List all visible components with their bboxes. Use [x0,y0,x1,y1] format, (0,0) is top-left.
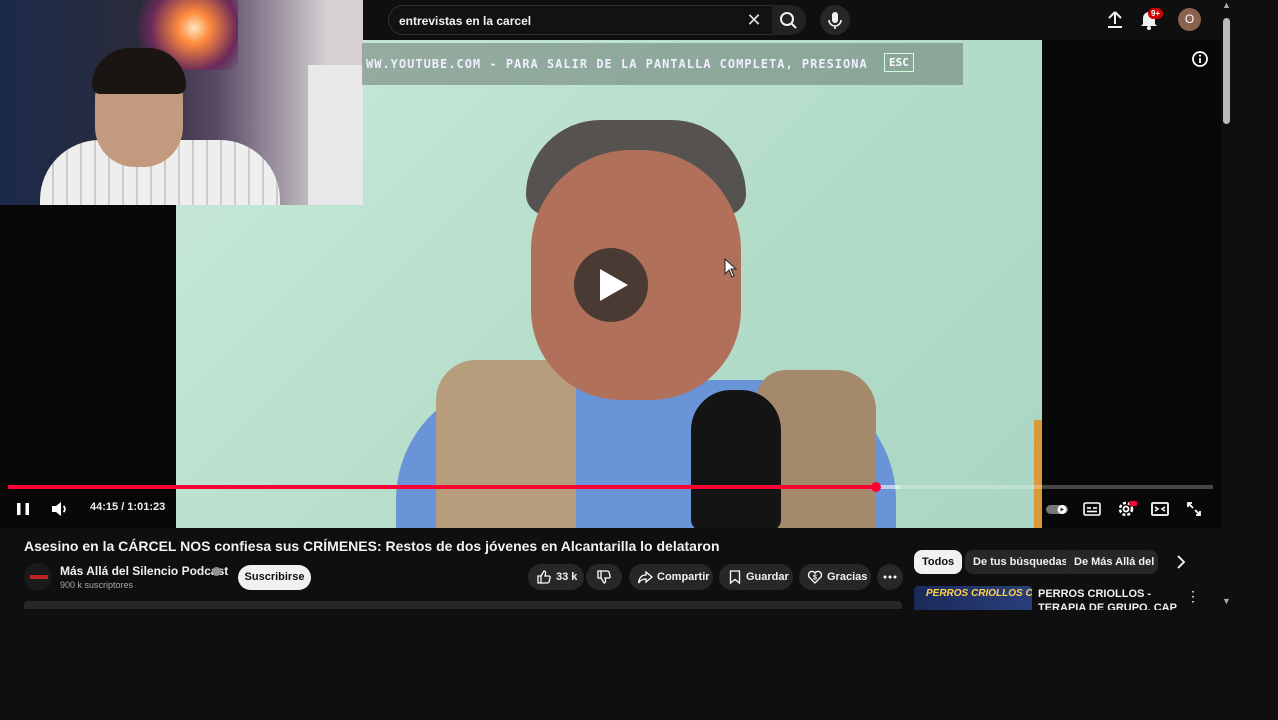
fullscreen-button[interactable] [1182,497,1206,521]
gear-icon [1118,501,1137,517]
search-input[interactable]: entrevistas en la carcel [388,5,772,35]
fullscreen-notice-key: ESC [884,53,914,72]
autoplay-toggle[interactable] [1045,497,1069,521]
save-label: Guardar [746,571,789,583]
fullscreen-icon [1187,502,1201,516]
thanks-label: Gracias [827,571,868,583]
dislike-button[interactable] [586,564,622,590]
thumbs-down-icon [597,570,611,584]
more-icon [883,575,897,579]
notifications-badge: 9+ [1148,8,1164,19]
upload-button[interactable] [1104,9,1126,31]
info-button[interactable] [1191,50,1209,68]
streamer-webcam [0,0,363,205]
theater-mode-button[interactable] [1148,497,1172,521]
chip-from-channel[interactable]: De Más Allá del Silencio [1066,550,1158,574]
autoplay-toggle-icon [1046,505,1068,514]
info-icon [1192,51,1208,67]
like-count: 33 k [556,571,578,583]
search-button[interactable] [772,5,806,35]
recommendation-thumbnail-text: PERROS CRIOLLOS CAPITULO 48 [926,588,1032,599]
chip-from-searches[interactable]: De tus búsquedas [965,550,1076,574]
webcam-door [305,65,363,205]
recommendation-title[interactable]: PERROS CRIOLLOS - TERAPIA DE GRUPO, CAP … [1038,587,1178,610]
upload-icon [1108,11,1122,28]
voice-search-button[interactable] [820,5,850,35]
settings-button[interactable] [1114,497,1138,521]
play-button[interactable] [574,248,648,322]
pause-icon [17,503,29,515]
subtitles-button[interactable] [1080,497,1104,521]
search-query[interactable]: entrevistas en la carcel [399,14,531,28]
theater-mode-icon [1151,502,1169,516]
pause-button[interactable] [11,497,35,521]
progress-played [8,485,876,489]
video-title: Asesino en la CÁRCEL NOS confiesa sus CR… [24,538,720,554]
search-icon [780,12,797,29]
subscriber-count: 900 k suscriptores [60,580,134,590]
progress-bar[interactable] [8,482,1213,492]
channel-avatar[interactable] [24,563,52,591]
verified-icon [212,567,221,576]
player-controls: 44:15 / 1:01:23 [0,492,1221,528]
share-label: Compartir [657,571,710,583]
subscribe-button[interactable]: Suscribirse [238,565,311,590]
scrollbar-thumb[interactable] [1223,18,1230,124]
volume-icon [52,502,66,516]
more-actions-button[interactable] [877,564,903,590]
bookmark-icon [729,570,741,585]
share-icon [637,570,653,584]
recommendation-thumbnail[interactable]: PERROS CRIOLLOS CAPITULO 48 [914,586,1032,610]
save-button[interactable]: Guardar [719,564,793,590]
chip-all[interactable]: Todos [914,550,963,574]
progress-scrubber[interactable] [870,482,881,492]
thumbs-up-icon [537,570,551,584]
fullscreen-notice-text: WW.YOUTUBE.COM - PARA SALIR DE LA PANTAL… [366,57,868,71]
video-player[interactable]: WW.YOUTUBE.COM - PARA SALIR DE LA PANTAL… [0,0,1221,528]
mouse-cursor-icon [724,258,738,278]
play-icon [600,269,628,301]
super-thanks-icon: $ [807,570,823,584]
channel-name[interactable]: Más Allá del Silencio Podcast [60,564,228,578]
chips-next-button[interactable] [1172,553,1190,571]
volume-button[interactable] [48,497,72,521]
close-icon[interactable]: ✕ [743,9,765,31]
scroll-down-arrow[interactable]: ▼ [1222,596,1231,606]
scroll-up-arrow[interactable]: ▲ [1222,0,1231,10]
description-box[interactable] [24,601,902,609]
recommendation-menu-button[interactable]: ⋮ [1186,588,1200,604]
thanks-button[interactable]: $ Gracias [799,564,871,590]
subtitles-icon [1083,502,1101,516]
time-display: 44:15 / 1:01:23 [90,501,166,513]
chevron-right-icon [1177,555,1186,569]
channel-avatar-mark [30,575,48,579]
share-button[interactable]: Compartir [629,564,713,590]
svg-text:$: $ [813,575,817,582]
like-button[interactable]: 33 k [528,564,584,590]
avatar[interactable]: O [1178,8,1201,31]
microphone-icon [828,12,842,29]
